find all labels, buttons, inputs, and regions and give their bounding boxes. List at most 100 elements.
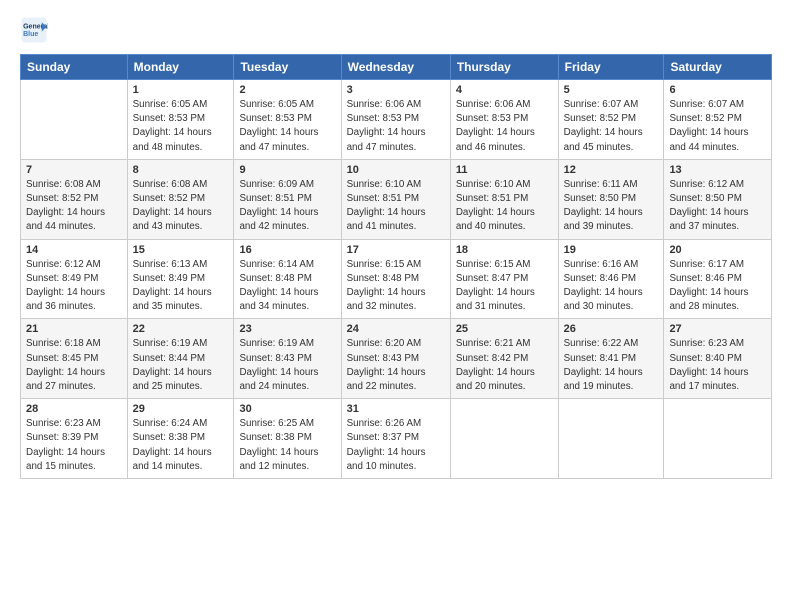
day-number: 15 bbox=[133, 244, 229, 256]
day-detail: Sunrise: 6:10 AMSunset: 8:51 PMDaylight:… bbox=[347, 178, 445, 235]
calendar-cell: 11Sunrise: 6:10 AMSunset: 8:51 PMDayligh… bbox=[450, 159, 558, 239]
calendar-cell: 16 Sunrise: 6:14 AMSunset: 8:48 PMDayligh… bbox=[234, 239, 341, 319]
day-detail: Sunrise: 6:25 AMSunset: 8:38 PMDaylight:… bbox=[239, 417, 335, 474]
calendar-cell: 14 Sunrise: 6:12 AMSunset: 8:49 PMDayligh… bbox=[21, 239, 128, 319]
day-detail: Sunrise: 6:12 AMSunset: 8:49 PMDaylight:… bbox=[26, 258, 122, 315]
day-detail: Sunrise: 6:26 AMSunset: 8:37 PMDaylight:… bbox=[347, 417, 445, 474]
calendar-cell: 25 Sunrise: 6:21 AMSunset: 8:42 PMDayligh… bbox=[450, 319, 558, 399]
calendar-cell: 18 Sunrise: 6:15 AMSunset: 8:47 PMDayligh… bbox=[450, 239, 558, 319]
day-detail: Sunrise: 6:17 AMSunset: 8:46 PMDaylight:… bbox=[669, 258, 766, 315]
day-number: 16 bbox=[239, 244, 335, 256]
page-header: General Blue bbox=[20, 16, 772, 44]
day-detail: Sunrise: 6:14 AMSunset: 8:48 PMDaylight:… bbox=[239, 258, 335, 315]
day-number: 18 bbox=[456, 244, 553, 256]
calendar-cell: 6 Sunrise: 6:07 AMSunset: 8:52 PMDaylight… bbox=[664, 80, 772, 160]
day-detail: Sunrise: 6:23 AMSunset: 8:40 PMDaylight:… bbox=[669, 337, 766, 394]
calendar-cell: 13 Sunrise: 6:12 AMSunset: 8:50 PMDayligh… bbox=[664, 159, 772, 239]
calendar-cell bbox=[558, 399, 664, 479]
day-detail: Sunrise: 6:18 AMSunset: 8:45 PMDaylight:… bbox=[26, 337, 122, 394]
calendar-cell: 9 Sunrise: 6:09 AMSunset: 8:51 PMDaylight… bbox=[234, 159, 341, 239]
calendar-cell: 31 Sunrise: 6:26 AMSunset: 8:37 PMDayligh… bbox=[341, 399, 450, 479]
day-number: 30 bbox=[239, 403, 335, 415]
day-number: 26 bbox=[564, 323, 659, 335]
day-detail: Sunrise: 6:12 AMSunset: 8:50 PMDaylight:… bbox=[669, 178, 766, 235]
day-number: 24 bbox=[347, 323, 445, 335]
logo-icon: General Blue bbox=[20, 16, 48, 44]
day-detail: Sunrise: 6:15 AMSunset: 8:47 PMDaylight:… bbox=[456, 258, 553, 315]
calendar-week-row: 28 Sunrise: 6:23 AMSunset: 8:39 PMDayligh… bbox=[21, 399, 772, 479]
calendar-col-header: Friday bbox=[558, 55, 664, 80]
calendar-body: 1 Sunrise: 6:05 AMSunset: 8:53 PMDaylight… bbox=[21, 80, 772, 479]
calendar-cell: 23 Sunrise: 6:19 AMSunset: 8:43 PMDayligh… bbox=[234, 319, 341, 399]
day-number: 6 bbox=[669, 84, 766, 96]
calendar-cell: 2 Sunrise: 6:05 AMSunset: 8:53 PMDaylight… bbox=[234, 80, 341, 160]
day-number: 19 bbox=[564, 244, 659, 256]
day-number: 11 bbox=[456, 164, 553, 176]
calendar-cell: 19 Sunrise: 6:16 AMSunset: 8:46 PMDayligh… bbox=[558, 239, 664, 319]
calendar-week-row: 14 Sunrise: 6:12 AMSunset: 8:49 PMDayligh… bbox=[21, 239, 772, 319]
calendar-col-header: Thursday bbox=[450, 55, 558, 80]
day-number: 31 bbox=[347, 403, 445, 415]
day-detail: Sunrise: 6:21 AMSunset: 8:42 PMDaylight:… bbox=[456, 337, 553, 394]
day-number: 14 bbox=[26, 244, 122, 256]
day-number: 29 bbox=[133, 403, 229, 415]
day-number: 9 bbox=[239, 164, 335, 176]
day-detail: Sunrise: 6:07 AMSunset: 8:52 PMDaylight:… bbox=[564, 98, 659, 155]
logo: General Blue bbox=[20, 16, 52, 44]
calendar-cell: 12Sunrise: 6:11 AMSunset: 8:50 PMDayligh… bbox=[558, 159, 664, 239]
day-detail: Sunrise: 6:22 AMSunset: 8:41 PMDaylight:… bbox=[564, 337, 659, 394]
calendar-cell bbox=[21, 80, 128, 160]
calendar-cell: 7Sunrise: 6:08 AMSunset: 8:52 PMDaylight… bbox=[21, 159, 128, 239]
calendar-cell: 8 Sunrise: 6:08 AMSunset: 8:52 PMDaylight… bbox=[127, 159, 234, 239]
day-number: 2 bbox=[239, 84, 335, 96]
day-number: 13 bbox=[669, 164, 766, 176]
day-detail: Sunrise: 6:05 AMSunset: 8:53 PMDaylight:… bbox=[133, 98, 229, 155]
calendar-col-header: Sunday bbox=[21, 55, 128, 80]
day-detail: Sunrise: 6:06 AMSunset: 8:53 PMDaylight:… bbox=[347, 98, 445, 155]
calendar-cell: 15 Sunrise: 6:13 AMSunset: 8:49 PMDayligh… bbox=[127, 239, 234, 319]
day-number: 28 bbox=[26, 403, 122, 415]
day-number: 23 bbox=[239, 323, 335, 335]
page-container: General Blue SundayMondayTuesdayWednesda… bbox=[0, 0, 792, 489]
day-number: 7 bbox=[26, 164, 122, 176]
day-detail: Sunrise: 6:19 AMSunset: 8:43 PMDaylight:… bbox=[239, 337, 335, 394]
calendar-cell: 3 Sunrise: 6:06 AMSunset: 8:53 PMDaylight… bbox=[341, 80, 450, 160]
day-number: 21 bbox=[26, 323, 122, 335]
calendar-cell: 10Sunrise: 6:10 AMSunset: 8:51 PMDayligh… bbox=[341, 159, 450, 239]
calendar-cell: 21 Sunrise: 6:18 AMSunset: 8:45 PMDayligh… bbox=[21, 319, 128, 399]
day-number: 3 bbox=[347, 84, 445, 96]
calendar-col-header: Saturday bbox=[664, 55, 772, 80]
day-detail: Sunrise: 6:15 AMSunset: 8:48 PMDaylight:… bbox=[347, 258, 445, 315]
day-detail: Sunrise: 6:09 AMSunset: 8:51 PMDaylight:… bbox=[239, 178, 335, 235]
calendar-week-row: 21 Sunrise: 6:18 AMSunset: 8:45 PMDayligh… bbox=[21, 319, 772, 399]
day-detail: Sunrise: 6:24 AMSunset: 8:38 PMDaylight:… bbox=[133, 417, 229, 474]
day-detail: Sunrise: 6:11 AMSunset: 8:50 PMDaylight:… bbox=[564, 178, 659, 235]
day-detail: Sunrise: 6:07 AMSunset: 8:52 PMDaylight:… bbox=[669, 98, 766, 155]
calendar-cell: 17 Sunrise: 6:15 AMSunset: 8:48 PMDayligh… bbox=[341, 239, 450, 319]
calendar-cell: 27 Sunrise: 6:23 AMSunset: 8:40 PMDayligh… bbox=[664, 319, 772, 399]
day-number: 17 bbox=[347, 244, 445, 256]
day-number: 5 bbox=[564, 84, 659, 96]
calendar-week-row: 1 Sunrise: 6:05 AMSunset: 8:53 PMDaylight… bbox=[21, 80, 772, 160]
day-number: 25 bbox=[456, 323, 553, 335]
day-detail: Sunrise: 6:13 AMSunset: 8:49 PMDaylight:… bbox=[133, 258, 229, 315]
calendar-col-header: Tuesday bbox=[234, 55, 341, 80]
day-detail: Sunrise: 6:05 AMSunset: 8:53 PMDaylight:… bbox=[239, 98, 335, 155]
calendar-cell: 24 Sunrise: 6:20 AMSunset: 8:43 PMDayligh… bbox=[341, 319, 450, 399]
day-detail: Sunrise: 6:16 AMSunset: 8:46 PMDaylight:… bbox=[564, 258, 659, 315]
calendar-cell: 1 Sunrise: 6:05 AMSunset: 8:53 PMDaylight… bbox=[127, 80, 234, 160]
calendar-week-row: 7 Sunrise: 6:08 AMSunset: 8:52 PMDaylight… bbox=[21, 159, 772, 239]
day-number: 8 bbox=[133, 164, 229, 176]
calendar-cell: 22Sunrise: 6:19 AMSunset: 8:44 PMDayligh… bbox=[127, 319, 234, 399]
day-detail: Sunrise: 6:06 AMSunset: 8:53 PMDaylight:… bbox=[456, 98, 553, 155]
day-detail: Sunrise: 6:23 AMSunset: 8:39 PMDaylight:… bbox=[26, 417, 122, 474]
svg-text:Blue: Blue bbox=[23, 31, 38, 38]
calendar-cell: 20 Sunrise: 6:17 AMSunset: 8:46 PMDayligh… bbox=[664, 239, 772, 319]
day-number: 1 bbox=[133, 84, 229, 96]
day-number: 27 bbox=[669, 323, 766, 335]
day-number: 20 bbox=[669, 244, 766, 256]
day-detail: Sunrise: 6:20 AMSunset: 8:43 PMDaylight:… bbox=[347, 337, 445, 394]
calendar-cell bbox=[450, 399, 558, 479]
calendar-table: SundayMondayTuesdayWednesdayThursdayFrid… bbox=[20, 54, 772, 479]
day-detail: Sunrise: 6:08 AMSunset: 8:52 PMDaylight:… bbox=[133, 178, 229, 235]
